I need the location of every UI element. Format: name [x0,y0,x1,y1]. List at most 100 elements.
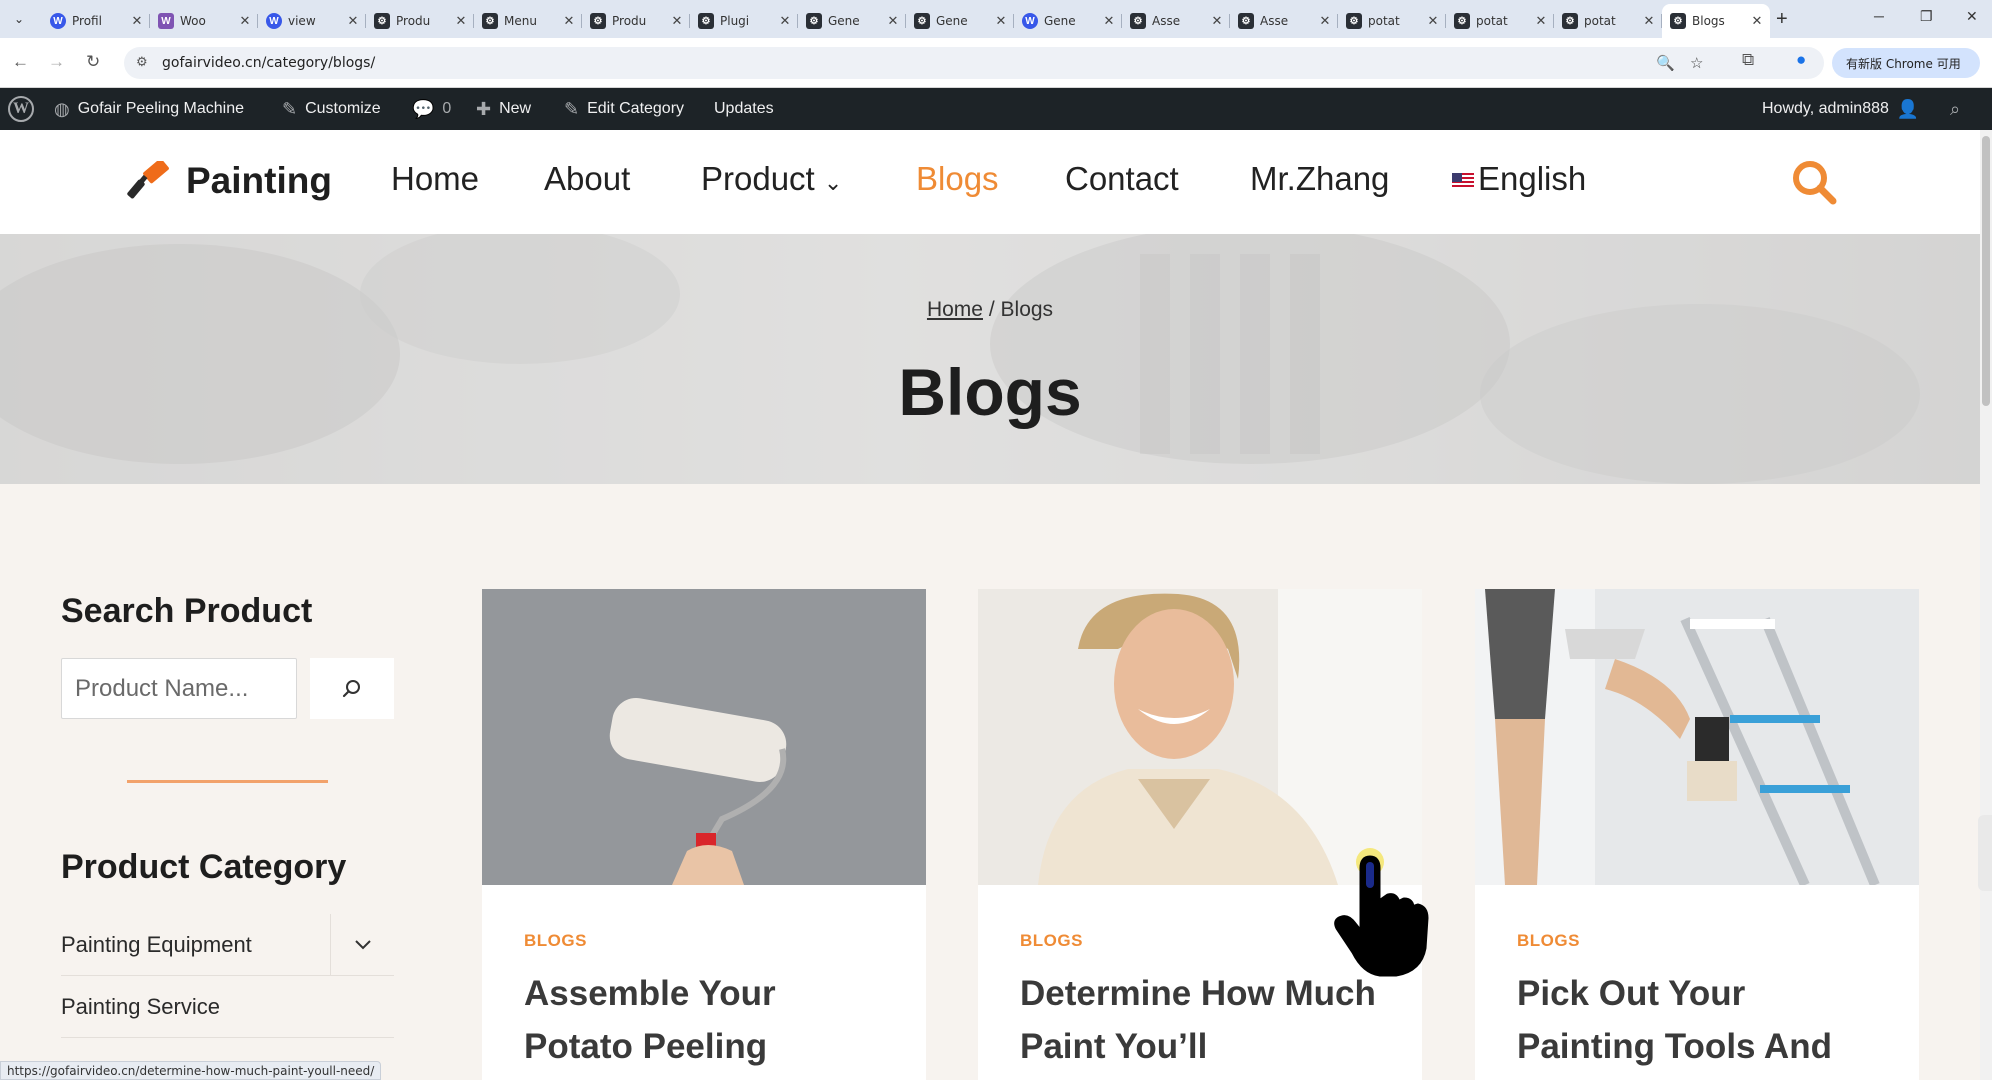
category-expand-button[interactable] [330,914,394,976]
site-info-icon[interactable]: ⚙ [136,54,148,70]
brush-icon: ✎ [282,98,298,119]
customize-link[interactable]: ✎ Customize [282,88,381,130]
browser-tab[interactable]: ⚙ Gene ✕ [906,4,1014,38]
close-icon[interactable]: ✕ [238,13,252,29]
nav-contact[interactable]: Contact [1065,160,1179,198]
browser-tab[interactable]: Wview ✕ [258,4,366,38]
pencil-icon: ✎ [564,98,580,119]
browser-tab[interactable]: ⚙ Gene ✕ [798,4,906,38]
window-close-icon[interactable]: ✕ [1966,8,1978,25]
close-icon[interactable]: ✕ [670,13,684,29]
restore-icon[interactable]: ❐ [1920,8,1933,25]
wordpress-icon: W [266,13,282,29]
category-item-painting-equipment[interactable]: Painting Equipment [61,914,394,976]
bookmark-star-icon[interactable]: ☆ [1690,54,1703,72]
close-icon[interactable]: ✕ [1534,13,1548,29]
browser-tab[interactable]: ⚙ potat ✕ [1554,4,1662,38]
close-icon[interactable]: ✕ [346,13,360,29]
post-title[interactable]: Pick Out Your Painting Tools And [1517,967,1887,1073]
wordpress-icon: W [8,96,34,122]
profile-icon[interactable]: ● [1796,50,1806,70]
my-account-menu[interactable]: Howdy, admin888 👤 [1762,88,1919,130]
floating-side-widget[interactable] [1978,815,1992,891]
updates-link[interactable]: Updates [714,88,774,130]
browser-tab[interactable]: W Profil ✕ [42,4,150,38]
browser-tab[interactable]: ⚙ Asse ✕ [1122,4,1230,38]
wp-logo-menu[interactable]: W [8,88,34,130]
zoom-icon[interactable]: 🔍 [1656,54,1675,72]
new-content-menu[interactable]: ✚ New [476,88,531,130]
gear-icon: ⚙ [914,13,930,29]
close-icon[interactable]: ✕ [1750,13,1764,29]
chevron-down-icon [354,940,371,950]
back-arrow-icon[interactable]: ← [12,52,29,72]
post-category[interactable]: BLOGS [524,931,587,951]
woo-icon: W [158,13,174,29]
post-thumbnail[interactable] [482,589,926,885]
product-search-field[interactable] [61,658,297,719]
browser-tab[interactable]: W Gene ✕ [1014,4,1122,38]
post-title[interactable]: Assemble Your Potato Peeling [524,967,894,1073]
post-thumbnail[interactable] [978,589,1422,885]
post-title[interactable]: Determine How Much Paint You’ll [1020,967,1390,1073]
close-icon[interactable]: ✕ [562,13,576,29]
browser-tab[interactable]: ⚙ Asse ✕ [1230,4,1338,38]
us-flag-icon [1452,173,1474,190]
paint-roller-image [482,589,926,885]
close-icon[interactable]: ✕ [1318,13,1332,29]
site-name-menu[interactable]: ◍ Gofair Peeling Machine [54,88,244,130]
nav-product[interactable]: Product ⌄ [701,160,842,198]
edit-category-link[interactable]: ✎ Edit Category [564,88,684,130]
close-icon[interactable]: ✕ [1102,13,1116,29]
admin-search-icon[interactable]: ⌕ [1950,88,1960,130]
new-tab-plus-icon[interactable]: + [1776,8,1788,31]
close-icon[interactable]: ✕ [1426,13,1440,29]
site-logo[interactable]: Painting [126,160,332,202]
chrome-update-badge[interactable]: 有新版 Chrome 可用 [1832,48,1980,78]
nav-home[interactable]: Home [391,160,479,198]
close-icon[interactable]: ✕ [886,13,900,29]
gear-icon: ⚙ [1562,13,1578,29]
nav-mr-zhang[interactable]: Mr.Zhang [1250,160,1389,198]
browser-tab[interactable]: ⚙ Plugi ✕ [690,4,798,38]
search-product-heading: Search Product [61,592,313,630]
minimize-icon[interactable]: ─ [1874,8,1884,24]
category-item-painting-service[interactable]: Painting Service [61,976,394,1038]
browser-tab[interactable]: ⚙ Produ ✕ [366,4,474,38]
browser-tab[interactable]: ⚙ Produ ✕ [582,4,690,38]
tab-search-chevron-icon[interactable]: ⌄ [8,8,30,30]
nav-language[interactable]: English [1452,160,1586,198]
post-category[interactable]: BLOGS [1020,931,1083,951]
close-icon[interactable]: ✕ [994,13,1008,29]
close-icon[interactable]: ✕ [454,13,468,29]
reload-icon[interactable]: ↻ [86,52,100,72]
post-thumbnail[interactable] [1475,589,1919,885]
breadcrumb-home-link[interactable]: Home [927,298,983,321]
browser-tab[interactable]: ⚙ potat ✕ [1446,4,1554,38]
close-icon[interactable]: ✕ [778,13,792,29]
omnibox[interactable]: ⚙ gofairvideo.cn/category/blogs/ 🔍 ☆ [124,47,1824,79]
browser-tab-active[interactable]: ⚙ Blogs ✕ [1662,4,1770,38]
url-text[interactable]: gofairvideo.cn/category/blogs/ [162,55,375,71]
close-icon[interactable]: ✕ [1642,13,1656,29]
header-search-icon[interactable] [1790,158,1838,211]
nav-blogs[interactable]: Blogs [916,160,999,198]
product-search-button[interactable] [310,658,394,719]
page-hero: Home / Blogs Blogs [0,234,1980,484]
scrollbar-thumb[interactable] [1982,136,1990,406]
tab-strip: W Profil ✕ W Woo ✕ Wview ✕ ⚙ Produ ✕ ⚙ Menu ✕ ⚙ Pr… [42,4,1770,38]
post-card: BLOGS Assemble Your Potato Peeling [482,589,926,1080]
close-icon[interactable]: ✕ [130,13,144,29]
browser-tab[interactable]: ⚙ potat ✕ [1338,4,1446,38]
close-icon[interactable]: ✕ [1210,13,1224,29]
forward-arrow-icon[interactable]: → [48,52,65,72]
browser-tab[interactable]: ⚙ Menu ✕ [474,4,582,38]
extensions-icon[interactable]: ⧉ [1742,50,1754,70]
gear-icon: ⚙ [698,13,714,29]
browser-tab[interactable]: W Woo ✕ [150,4,258,38]
comments-link[interactable]: 💬 0 [412,88,451,130]
address-toolbar: ← → ↻ ⚙ gofairvideo.cn/category/blogs/ 🔍… [0,38,1992,88]
nav-about[interactable]: About [544,160,630,198]
post-category[interactable]: BLOGS [1517,931,1580,951]
product-search-input[interactable] [62,659,296,718]
